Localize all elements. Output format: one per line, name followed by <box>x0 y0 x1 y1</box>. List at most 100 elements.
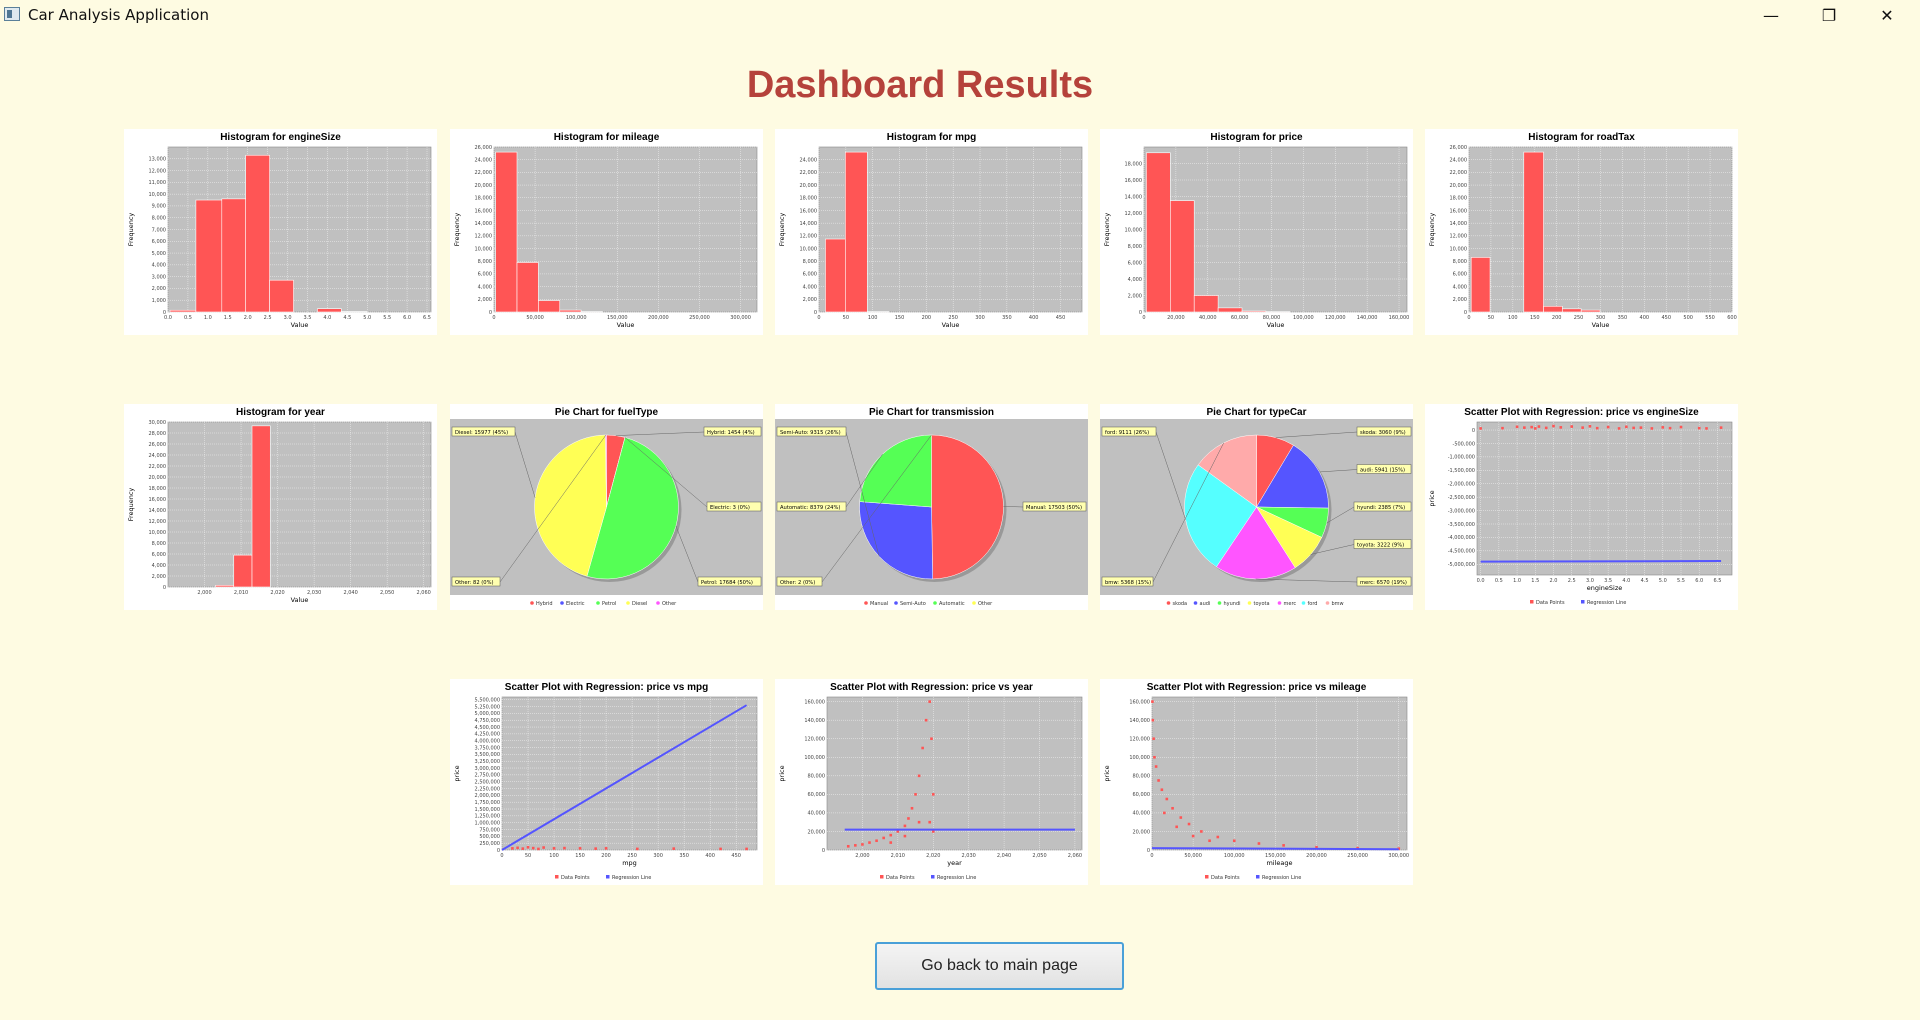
chart-canvas: Histogram for mpg0 50 100 150 200 250 300 350 40… <box>778 132 1083 329</box>
legend-label: Other <box>662 601 677 607</box>
y-tick-label: 8,000 <box>478 259 492 265</box>
x-tick-label: 4.0 <box>323 315 331 321</box>
x-tick-label: 300 <box>653 853 663 859</box>
x-tick-label: 250,000 <box>1347 853 1368 859</box>
callout-label: Hybrid: 1454 (4%) <box>707 430 755 436</box>
x-tick-label: 550 <box>1705 315 1715 321</box>
y-tick-label: 10,000 <box>149 530 167 536</box>
y-tick-label: 28,000 <box>149 431 167 437</box>
legend-label: Data Points <box>561 875 590 881</box>
y-tick-label: 2,000 <box>478 297 492 303</box>
data-point <box>1232 839 1236 843</box>
y-tick-label: 13,000 <box>149 157 167 163</box>
y-tick-label: 2,000 <box>152 286 166 292</box>
y-tick-label: 3,250,000 <box>475 759 500 765</box>
legend-swatch <box>1205 875 1209 879</box>
data-point <box>910 806 914 810</box>
legend-swatch <box>1581 600 1585 604</box>
chart-canvas: Scatter Plot with Regression: price vs m… <box>1103 682 1409 881</box>
x-axis-label: mpg <box>622 859 637 867</box>
chart-canvas: Scatter Plot with Regression: price vs e… <box>1428 407 1733 606</box>
chart-pie-fueltype: Pie Chart for fuelType Diesel: 15977 (45%… <box>450 404 763 610</box>
y-tick-label: 8,000 <box>1453 259 1467 265</box>
maximize-button[interactable]: ❐ <box>1800 0 1858 30</box>
data-point <box>1705 427 1708 430</box>
chart-title: Histogram for roadTax <box>1528 132 1635 143</box>
y-tick-label: 3,000 <box>152 274 166 280</box>
y-tick-label: 5,000,000 <box>475 711 500 717</box>
y-tick-label: 24,000 <box>800 157 818 163</box>
data-point <box>1154 765 1158 768</box>
legend-label: toyota <box>1254 601 1270 607</box>
x-tick-label: 1.0 <box>204 315 212 321</box>
chart-canvas: Histogram for roadTax0 50 100 150 200 250 300 3… <box>1428 132 1737 329</box>
y-tick-label: 16,000 <box>1450 208 1468 214</box>
callout-label: audi: 5941 (15%) <box>1360 468 1405 474</box>
chart-canvas: Scatter Plot with Regression: price vs y… <box>778 682 1083 881</box>
y-tick-label: 14,000 <box>800 221 818 227</box>
chart-hist-roadtax: Histogram for roadTax 0 50 100 150 200 250 300 3… <box>1425 129 1738 335</box>
plot-area <box>1476 421 1733 576</box>
y-tick-label: 2,500,000 <box>475 779 500 785</box>
x-tick-label: 600 <box>1727 315 1737 321</box>
chart-title: Pie Chart for typeCar <box>1206 407 1306 418</box>
data-point <box>1544 426 1548 430</box>
data-point <box>521 847 525 850</box>
legend-label: merc <box>1284 601 1297 607</box>
data-point <box>745 847 748 851</box>
data-point <box>1668 426 1672 430</box>
y-tick-label: 0 <box>163 310 166 316</box>
y-tick-label: 4,750,000 <box>475 718 500 724</box>
x-tick-label: 0 <box>1467 315 1470 321</box>
x-tick-label: 2,030 <box>307 590 321 596</box>
data-point <box>1552 424 1555 428</box>
y-tick-label: 3,500,000 <box>475 752 500 758</box>
data-point <box>846 844 850 848</box>
close-button[interactable]: ✕ <box>1858 0 1916 30</box>
go-back-button[interactable]: Go back to main page <box>875 942 1124 990</box>
y-tick-label: -4,500,000 <box>1448 549 1475 555</box>
callout-label: Manual: 17503 (50%) <box>1026 505 1082 511</box>
histogram-bar <box>1543 305 1563 313</box>
data-point <box>604 847 608 850</box>
data-point <box>516 846 519 850</box>
y-tick-label: 2,000 <box>152 574 166 580</box>
y-tick-label: 40,000 <box>1133 811 1151 817</box>
histogram-bar <box>245 154 270 313</box>
callout-label: Electric: 3 (0%) <box>710 505 750 511</box>
y-tick-label: 140,000 <box>804 718 825 724</box>
histogram-bar <box>845 151 868 313</box>
data-point <box>542 846 545 849</box>
x-tick-label: 2,020 <box>926 853 940 859</box>
legend-swatch <box>560 601 564 605</box>
legend-swatch <box>1277 601 1282 605</box>
x-tick-label: 2,040 <box>997 853 1011 859</box>
minimize-button[interactable]: — <box>1742 0 1800 30</box>
data-point <box>1165 797 1169 801</box>
x-axis-label: Value <box>291 596 309 604</box>
x-tick-label: 2,010 <box>891 853 905 859</box>
legend-label: audi <box>1200 601 1211 607</box>
histogram-bar <box>1146 152 1171 313</box>
data-point <box>1208 839 1211 843</box>
y-tick-label: 2,750,000 <box>475 773 500 779</box>
chart-scatter-enginesize: Scatter Plot with Regression: price vs e… <box>1425 404 1738 610</box>
x-tick-label: 450 <box>1056 315 1066 321</box>
y-tick-label: 40,000 <box>808 811 826 817</box>
chart-pie-typecar: Pie Chart for typeCar ford: 9111 (26%) bmw… <box>1100 404 1413 610</box>
x-tick-label: 100 <box>868 315 878 321</box>
x-tick-label: 200,000 <box>1306 853 1327 859</box>
y-tick-label: 4,000,000 <box>475 739 500 745</box>
y-axis-label: price <box>778 765 786 781</box>
x-tick-label: 450 <box>1661 315 1671 321</box>
data-point <box>672 847 676 850</box>
x-tick-label: 160,000 <box>1389 315 1410 321</box>
callout-label: skoda: 3060 (9%) <box>1360 430 1406 436</box>
y-tick-label: -1,000,000 <box>1448 455 1475 461</box>
page-title: Dashboard Results <box>746 64 1094 106</box>
legend-swatch <box>656 601 660 605</box>
histogram-bar <box>215 585 235 588</box>
y-tick-label: 4,000 <box>1128 277 1142 283</box>
data-point <box>917 820 921 824</box>
data-point <box>578 847 582 850</box>
